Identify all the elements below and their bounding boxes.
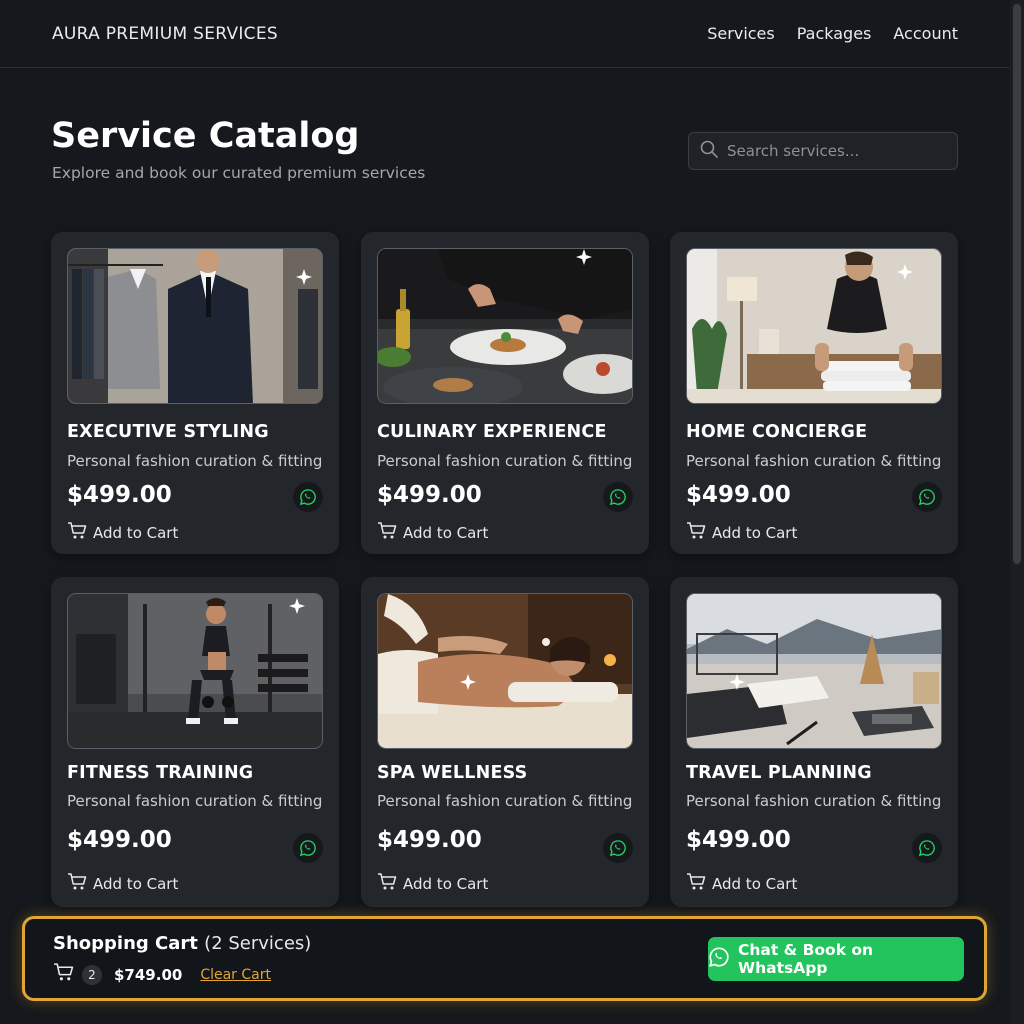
cart-total: $749.00 (114, 965, 183, 984)
service-image-fitness-training (67, 593, 323, 749)
service-title: SPA WELLNESS (377, 763, 528, 783)
cart-icon (686, 522, 706, 544)
service-image-home-concierge (686, 248, 942, 404)
top-navigation: AURA PREMIUM SERVICES Services Packages … (0, 0, 1010, 68)
add-to-cart-button[interactable]: Add to Cart (67, 873, 178, 895)
whatsapp-icon[interactable] (912, 833, 942, 863)
add-to-cart-label: Add to Cart (712, 875, 798, 893)
whatsapp-book-button[interactable]: Chat & Book on WhatsApp (708, 937, 964, 981)
clear-cart-link[interactable]: Clear Cart (200, 967, 271, 983)
search-input[interactable] (727, 142, 947, 160)
cart-icon (67, 873, 87, 895)
service-description: Personal fashion curation & fitting (377, 792, 633, 810)
service-price: $499.00 (67, 827, 172, 853)
add-to-cart-button[interactable]: Add to Cart (377, 522, 488, 544)
cart-title-label: Shopping Cart (53, 933, 198, 954)
whatsapp-icon[interactable] (293, 482, 323, 512)
cart-count-text: (2 Services) (204, 933, 312, 954)
service-description: Personal fashion curation & fitting (377, 452, 633, 470)
service-image-spa-wellness (377, 593, 633, 749)
service-card-spa-wellness[interactable]: SPA WELLNESS Personal fashion curation &… (361, 577, 649, 907)
service-price: $499.00 (377, 827, 482, 853)
service-description: Personal fashion curation & fitting (67, 452, 323, 470)
add-to-cart-button[interactable]: Add to Cart (686, 873, 797, 895)
main-nav: Services Packages Account (707, 24, 958, 43)
service-price: $499.00 (67, 482, 172, 508)
nav-account[interactable]: Account (893, 24, 958, 43)
service-image-travel-planning (686, 593, 942, 749)
service-card-home-concierge[interactable]: HOME CONCIERGE Personal fashion curation… (670, 232, 958, 554)
add-to-cart-label: Add to Cart (403, 524, 489, 542)
cart-title: Shopping Cart (2 Services) (53, 933, 311, 954)
cart-icon (686, 873, 706, 895)
service-description: Personal fashion curation & fitting (67, 792, 323, 810)
shopping-cart-bar: Shopping Cart (2 Services) 2 $749.00 Cle… (22, 916, 987, 1001)
page-scrollbar[interactable] (1010, 0, 1024, 1024)
service-card-executive-styling[interactable]: EXECUTIVE STYLING Personal fashion curat… (51, 232, 339, 554)
page-subtitle: Explore and book our curated premium ser… (52, 164, 426, 182)
service-price: $499.00 (377, 482, 482, 508)
service-price: $499.00 (686, 827, 791, 853)
service-image-executive-styling (67, 248, 323, 404)
cart-icon (377, 522, 397, 544)
service-description: Personal fashion curation & fitting (686, 452, 942, 470)
whatsapp-book-label: Chat & Book on WhatsApp (738, 941, 874, 977)
whatsapp-icon (708, 946, 730, 972)
whatsapp-icon[interactable] (603, 833, 633, 863)
scrollbar-thumb[interactable] (1013, 4, 1021, 564)
brand-logo[interactable]: AURA PREMIUM SERVICES (52, 24, 278, 44)
add-to-cart-button[interactable]: Add to Cart (377, 873, 488, 895)
cart-icon[interactable] (53, 963, 74, 986)
service-card-travel-planning[interactable]: TRAVEL PLANNING Personal fashion curatio… (670, 577, 958, 907)
whatsapp-icon[interactable] (293, 833, 323, 863)
add-to-cart-label: Add to Cart (712, 524, 798, 542)
whatsapp-icon[interactable] (603, 482, 633, 512)
service-card-fitness-training[interactable]: FITNESS TRAINING Personal fashion curati… (51, 577, 339, 907)
service-description: Personal fashion curation & fitting (686, 792, 942, 810)
service-price: $499.00 (686, 482, 791, 508)
cart-icon (377, 873, 397, 895)
add-to-cart-button[interactable]: Add to Cart (686, 522, 797, 544)
search-icon (699, 139, 719, 163)
cart-count-badge: 2 (82, 964, 102, 985)
service-title: HOME CONCIERGE (686, 422, 868, 442)
page-title: Service Catalog (51, 116, 360, 156)
service-image-culinary-experience (377, 248, 633, 404)
cart-icon (67, 522, 87, 544)
whatsapp-icon[interactable] (912, 482, 942, 512)
cart-summary: 2 $749.00 Clear Cart (53, 963, 271, 986)
service-title: CULINARY EXPERIENCE (377, 422, 607, 442)
nav-packages[interactable]: Packages (797, 24, 872, 43)
add-to-cart-label: Add to Cart (93, 524, 179, 542)
nav-services[interactable]: Services (707, 24, 774, 43)
service-card-culinary-experience[interactable]: CULINARY EXPERIENCE Personal fashion cur… (361, 232, 649, 554)
service-title: FITNESS TRAINING (67, 763, 254, 783)
service-title: TRAVEL PLANNING (686, 763, 872, 783)
add-to-cart-button[interactable]: Add to Cart (67, 522, 178, 544)
add-to-cart-label: Add to Cart (93, 875, 179, 893)
service-title: EXECUTIVE STYLING (67, 422, 269, 442)
search-box[interactable] (688, 132, 958, 170)
add-to-cart-label: Add to Cart (403, 875, 489, 893)
